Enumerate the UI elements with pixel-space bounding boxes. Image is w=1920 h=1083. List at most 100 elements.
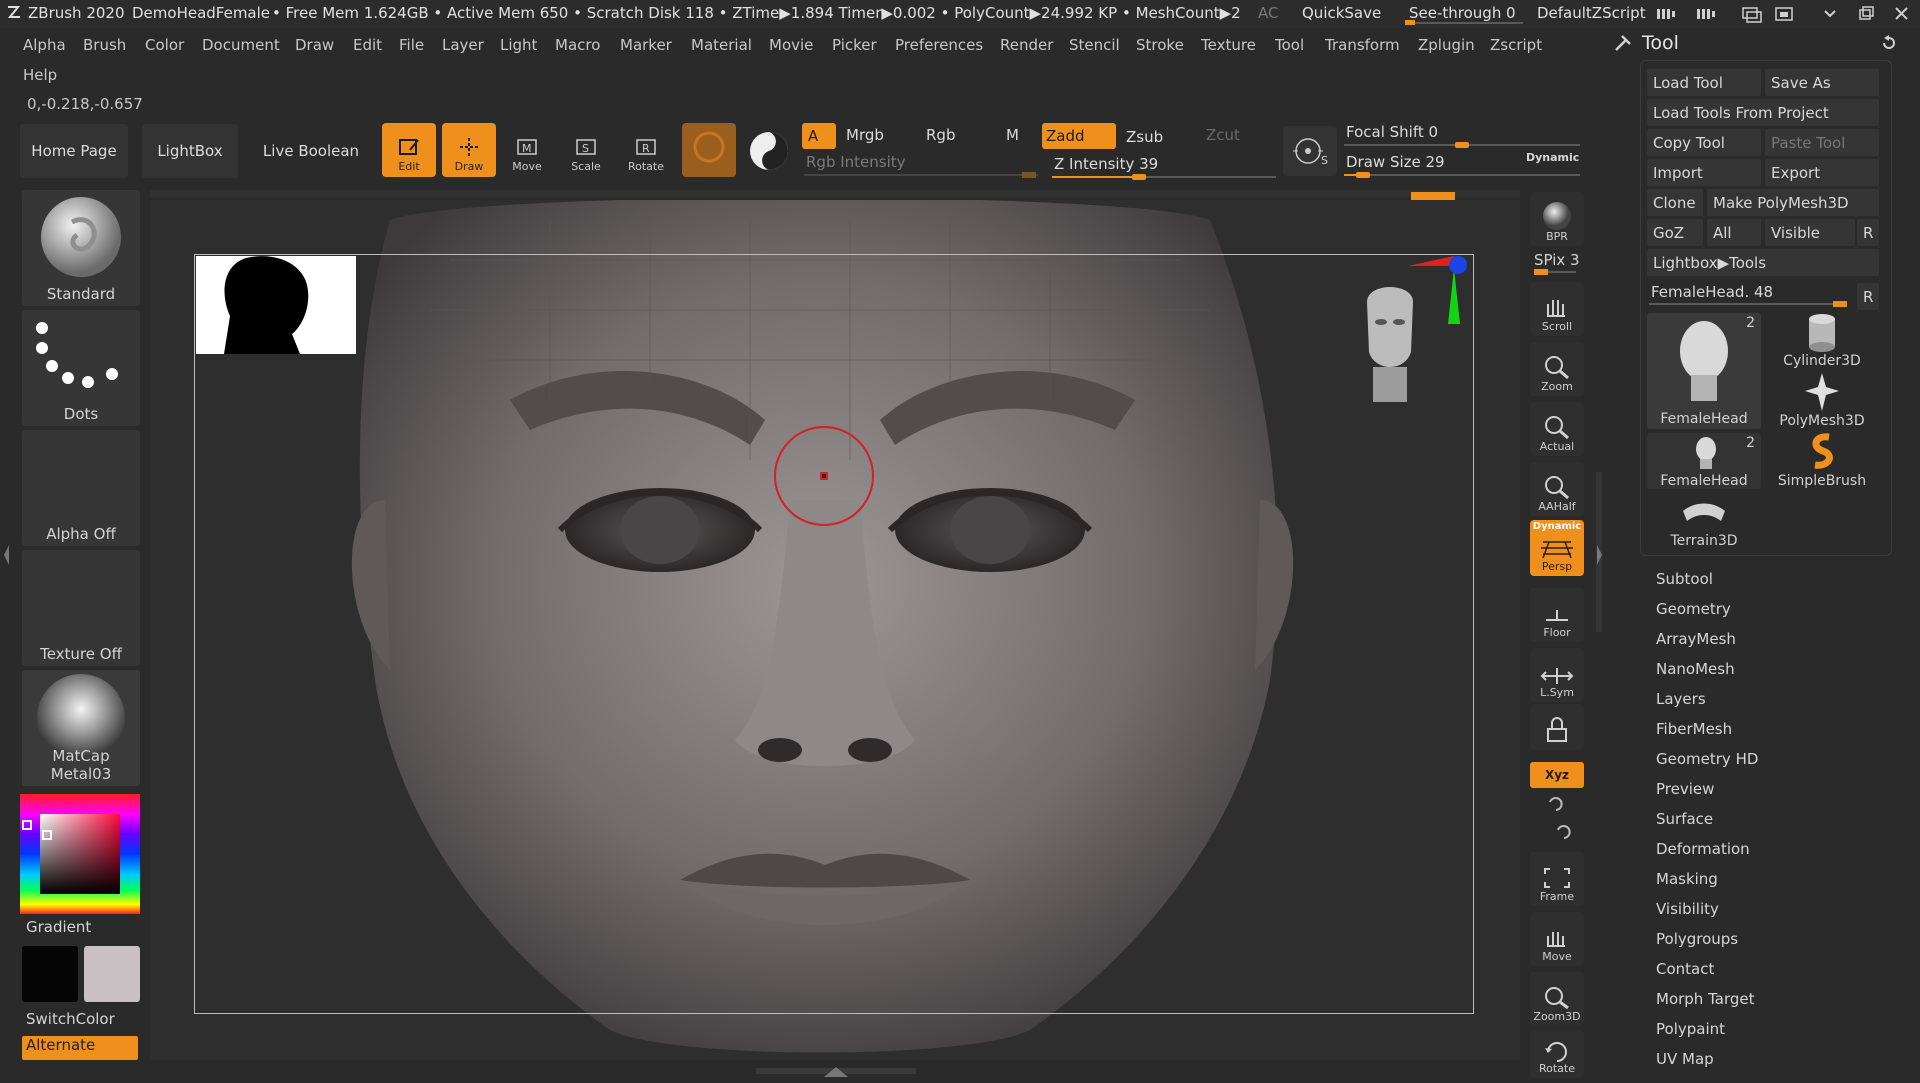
draw-button[interactable]: Draw — [442, 123, 496, 177]
current-tool-slider[interactable] — [1649, 303, 1847, 305]
tool-thumb-femalehead-1[interactable]: 2 FemaleHead — [1647, 313, 1761, 429]
menu-stroke[interactable]: Stroke — [1136, 36, 1184, 54]
subpalette-morph-target[interactable]: Morph Target — [1656, 990, 1755, 1008]
menu-help[interactable]: Help — [23, 66, 57, 84]
save-as-button[interactable]: Save As — [1765, 69, 1879, 96]
persp-button[interactable]: Dynamic Persp — [1530, 520, 1584, 576]
left-collapse-icon[interactable] — [2, 540, 10, 574]
z-intensity-knob[interactable] — [1132, 174, 1147, 180]
zcut-button[interactable]: Zcut — [1206, 126, 1240, 144]
mrgb-button[interactable]: Mrgb — [846, 126, 884, 144]
subpalette-polypaint[interactable]: Polypaint — [1656, 1020, 1725, 1038]
menu-preferences[interactable]: Preferences — [895, 36, 983, 54]
goz-button[interactable]: GoZ — [1647, 219, 1703, 246]
menu-layer[interactable]: Layer — [442, 36, 484, 54]
subpalette-deformation[interactable]: Deformation — [1656, 840, 1750, 858]
color-saturation-square[interactable] — [40, 814, 120, 894]
menu-zscript[interactable]: Zscript — [1490, 36, 1542, 54]
floor-button[interactable]: Floor — [1530, 588, 1584, 642]
goz-r-button[interactable]: R — [1857, 219, 1879, 246]
stroke-tile[interactable]: Dots — [22, 310, 140, 426]
subpalette-masking[interactable]: Masking — [1656, 870, 1718, 888]
rotate-view-button[interactable]: Rotate — [1530, 1030, 1584, 1078]
move-button[interactable]: M Move — [500, 123, 554, 177]
copy-tool-button[interactable]: Copy Tool — [1647, 129, 1761, 156]
menu-marker[interactable]: Marker — [620, 36, 672, 54]
material-tile[interactable]: MatCap Metal03 — [22, 670, 140, 786]
menu-macro[interactable]: Macro — [555, 36, 600, 54]
subpalette-arraymesh[interactable]: ArrayMesh — [1656, 630, 1736, 648]
goz-all-button[interactable]: All — [1707, 219, 1761, 246]
see-through-knob[interactable] — [1405, 20, 1415, 25]
tool-palette-title[interactable]: Tool — [1642, 32, 1679, 54]
load-tools-from-project-button[interactable]: Load Tools From Project — [1647, 99, 1879, 126]
home-page-button[interactable]: Home Page — [20, 124, 128, 178]
goz-visible-button[interactable]: Visible — [1765, 219, 1855, 246]
saturation-marker[interactable] — [42, 830, 52, 840]
menu-texture[interactable]: Texture — [1201, 36, 1256, 54]
right-collapse-icon[interactable] — [1596, 540, 1604, 574]
lazy-mouse-button[interactable]: S — [1283, 126, 1337, 176]
import-button[interactable]: Import — [1647, 159, 1761, 186]
ui-layout-icon[interactable] — [1655, 5, 1765, 27]
current-tool-slider-label[interactable]: FemaleHead. 48 — [1651, 283, 1773, 301]
zsub-button[interactable]: Zsub — [1126, 128, 1163, 146]
bottom-collapse-icon[interactable] — [822, 1064, 850, 1083]
lsym-button[interactable]: L.Sym — [1530, 648, 1584, 702]
menu-edit[interactable]: Edit — [353, 36, 382, 54]
a-button[interactable]: A — [802, 123, 836, 149]
color-picker[interactable] — [20, 794, 140, 914]
restore-icon[interactable] — [1856, 5, 1876, 27]
tool-thumb-simplebrush[interactable]: SimpleBrush — [1765, 433, 1879, 489]
subpalette-preview[interactable]: Preview — [1656, 780, 1714, 798]
menu-alpha[interactable]: Alpha — [23, 36, 66, 54]
zoom3d-button[interactable]: Zoom3D — [1530, 972, 1584, 1026]
menu-light[interactable]: Light — [500, 36, 537, 54]
menu-picker[interactable]: Picker — [832, 36, 877, 54]
main-color-swatch[interactable] — [22, 946, 78, 1002]
alpha-tile[interactable]: Alpha Off — [22, 430, 140, 546]
texture-tile[interactable]: Texture Off — [22, 550, 140, 666]
m-button[interactable]: M — [1006, 126, 1019, 144]
current-tool-r-button[interactable]: R — [1857, 283, 1879, 310]
dynamic-toggle[interactable]: Dynamic — [1526, 151, 1579, 164]
scroll-button[interactable]: Scroll — [1530, 282, 1584, 336]
secondary-color-swatch[interactable] — [84, 946, 140, 1002]
rotate-button[interactable]: R Rotate — [619, 123, 673, 177]
menu-render[interactable]: Render — [1000, 36, 1053, 54]
actual-button[interactable]: Actual — [1530, 402, 1584, 456]
tool-thumb-terrain3d[interactable]: Terrain3D — [1647, 493, 1761, 549]
menu-movie[interactable]: Movie — [769, 36, 813, 54]
paste-tool-button[interactable]: Paste Tool — [1765, 129, 1879, 156]
subpalette-contact[interactable]: Contact — [1656, 960, 1714, 978]
focal-shift-knob[interactable] — [1455, 142, 1469, 148]
spix-label[interactable]: SPix 3 — [1534, 251, 1580, 269]
draw-size-slider[interactable] — [1344, 174, 1580, 176]
brush-tile[interactable]: Standard — [22, 190, 140, 306]
subpalette-geometry[interactable]: Geometry — [1656, 600, 1731, 618]
tool-thumb-cylinder3d[interactable]: Cylinder3D — [1765, 313, 1879, 369]
axis-gizmo-icon[interactable] — [1406, 254, 1476, 338]
close-icon[interactable] — [1892, 5, 1912, 27]
see-through-slider[interactable]: See-through 0 — [1405, 2, 1523, 25]
subpalette-subtool[interactable]: Subtool — [1656, 570, 1713, 588]
alternate-button[interactable]: Alternate — [22, 1036, 138, 1060]
ac-button[interactable]: AC — [1258, 4, 1278, 22]
rgb-intensity-slider[interactable] — [804, 174, 1038, 176]
make-polymesh3d-button[interactable]: Make PolyMesh3D — [1707, 189, 1879, 216]
scale-button[interactable]: S Scale — [559, 123, 613, 177]
tool-thumb-polymesh3d[interactable]: PolyMesh3D — [1765, 373, 1879, 429]
move-view-button[interactable]: Move — [1530, 912, 1584, 966]
sculptris-pro-button[interactable] — [682, 123, 736, 177]
subpalette-uv-map[interactable]: UV Map — [1656, 1050, 1714, 1068]
canvas-area[interactable] — [150, 200, 1520, 1060]
subpalette-surface[interactable]: Surface — [1656, 810, 1713, 828]
menu-tool[interactable]: Tool — [1275, 36, 1304, 54]
rgb-button[interactable]: Rgb — [926, 126, 955, 144]
load-tool-button[interactable]: Load Tool — [1647, 69, 1761, 96]
bpr-button[interactable]: BPR — [1530, 192, 1584, 246]
export-button[interactable]: Export — [1765, 159, 1879, 186]
palette-refresh-icon[interactable] — [1880, 34, 1898, 56]
menu-document[interactable]: Document — [202, 36, 280, 54]
menu-zplugin[interactable]: Zplugin — [1418, 36, 1475, 54]
